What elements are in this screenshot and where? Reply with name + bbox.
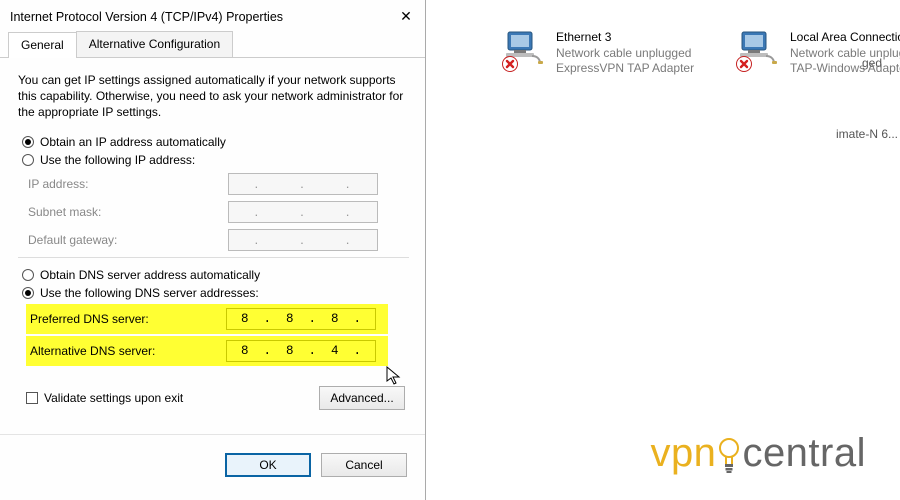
adapter-name: Local Area Connectio (790, 30, 900, 46)
adapter-local-area-connection[interactable]: Local Area Connectio Network cable unplu… (738, 30, 900, 77)
dialog-titlebar: Internet Protocol Version 4 (TCP/IPv4) P… (0, 0, 425, 35)
watermark-left: vpn (650, 431, 716, 476)
field-ip-address: IP address: (28, 173, 409, 195)
field-label: Alternative DNS server: (30, 344, 226, 358)
adapter-status: Network cable unplug (790, 46, 900, 62)
intro-text: You can get IP settings assigned automat… (18, 72, 409, 121)
ipv4-properties-dialog: Internet Protocol Version 4 (TCP/IPv4) P… (0, 0, 426, 500)
error-badge-icon (736, 56, 752, 72)
tab-general-pane: You can get IP settings assigned automat… (0, 58, 425, 420)
background-network-connections: ged imate-N 6... E (426, 0, 900, 500)
adapter-device: TAP-Windows Adapte (790, 61, 900, 77)
lightbulb-icon (718, 436, 740, 476)
radio-use-dns-manual[interactable]: Use the following DNS server addresses: (22, 286, 409, 300)
radio-label: Obtain an IP address automatically (40, 135, 226, 149)
tab-general[interactable]: General (8, 32, 77, 58)
field-alternative-dns: Alternative DNS server: (30, 340, 386, 362)
network-adapter-icon (504, 30, 548, 70)
advanced-button[interactable]: Advanced... (319, 386, 405, 410)
adapter-ethernet-3[interactable]: Ethernet 3 Network cable unplugged Expre… (504, 30, 734, 77)
dialog-button-row: OK Cancel (0, 434, 425, 477)
radio-use-ip-manual[interactable]: Use the following IP address: (22, 153, 409, 167)
network-adapter-icon (738, 30, 782, 70)
field-label: Subnet mask: (28, 205, 228, 219)
tab-alternative-configuration[interactable]: Alternative Configuration (76, 31, 233, 57)
dialog-title: Internet Protocol Version 4 (TCP/IPv4) P… (10, 10, 283, 24)
radio-icon (22, 269, 34, 281)
preferred-dns-input[interactable] (226, 308, 376, 330)
radio-dot-icon (22, 136, 34, 148)
radio-icon (22, 154, 34, 166)
truncated-text: imate-N 6... (836, 127, 898, 141)
cancel-button[interactable]: Cancel (321, 453, 407, 477)
radio-label: Obtain DNS server address automatically (40, 268, 260, 282)
field-label: Default gateway: (28, 233, 228, 247)
adapter-status: Network cable unplugged (556, 46, 694, 62)
radio-dot-icon (22, 287, 34, 299)
default-gateway-input (228, 229, 378, 251)
radio-obtain-ip-auto[interactable]: Obtain an IP address automatically (22, 135, 409, 149)
field-default-gateway: Default gateway: (28, 229, 409, 251)
field-subnet-mask: Subnet mask: (28, 201, 409, 223)
dns-group: Obtain DNS server address automatically … (18, 257, 409, 366)
radio-label: Use the following IP address: (40, 153, 195, 167)
vpncentral-watermark: vpn central (650, 431, 866, 476)
checkbox-label: Validate settings upon exit (44, 391, 183, 405)
error-badge-icon (502, 56, 518, 72)
watermark-right: central (742, 431, 866, 476)
field-label: Preferred DNS server: (30, 312, 226, 326)
tab-strip: General Alternative Configuration (0, 31, 425, 58)
adapter-name: Ethernet 3 (556, 30, 694, 46)
adapter-text: Local Area Connectio Network cable unplu… (790, 30, 900, 77)
alternative-dns-input[interactable] (226, 340, 376, 362)
adapter-text: Ethernet 3 Network cable unplugged Expre… (556, 30, 694, 77)
radio-obtain-dns-auto[interactable]: Obtain DNS server address automatically (22, 268, 409, 282)
field-preferred-dns: Preferred DNS server: (30, 308, 386, 330)
ok-button[interactable]: OK (225, 453, 311, 477)
validate-row: Validate settings upon exit Advanced... (22, 386, 405, 410)
close-icon[interactable]: ✕ (397, 8, 415, 25)
subnet-mask-input (228, 201, 378, 223)
checkbox-validate-on-exit[interactable]: Validate settings upon exit (26, 391, 183, 405)
adapter-device: ExpressVPN TAP Adapter (556, 61, 694, 77)
checkbox-icon (26, 392, 38, 404)
field-label: IP address: (28, 177, 228, 191)
ip-address-input (228, 173, 378, 195)
radio-label: Use the following DNS server addresses: (40, 286, 259, 300)
